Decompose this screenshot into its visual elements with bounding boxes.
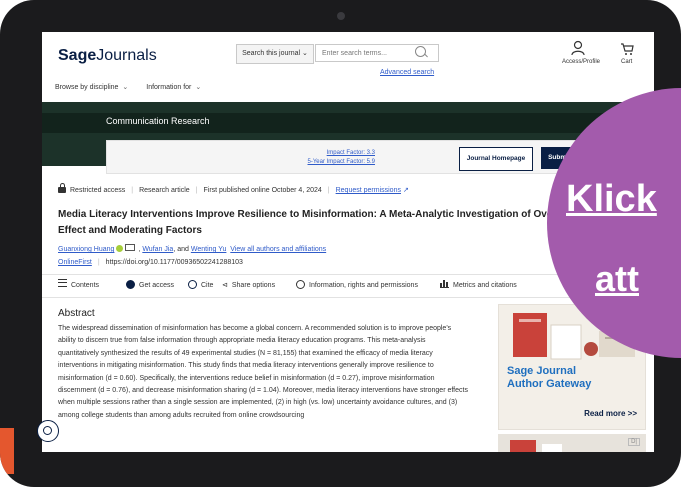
journal-homepage-button[interactable]: Journal Homepage (459, 147, 533, 171)
doi-row: OnlineFirst | https://doi.org/10.1177/0093… (58, 259, 243, 266)
mail-icon[interactable] (125, 244, 136, 251)
doi-text[interactable]: https://doi.org/10.1177/0093650224128810… (106, 259, 243, 266)
author-list: Guanxiong Huang, Wufan Jia, and Wenting … (58, 244, 327, 253)
chevron-down-icon: ⌄ (122, 84, 129, 91)
ad-badge: D| (628, 438, 640, 446)
get-access-button[interactable]: Get access (126, 275, 174, 297)
abstract-body: The widespread dissemination of misinfor… (58, 325, 468, 419)
share-options-button[interactable]: ⊲ Share options (222, 275, 275, 297)
chevron-down-icon: ⌄ (302, 50, 308, 57)
secondary-ad[interactable]: D| (498, 434, 646, 452)
contents-button[interactable]: Contents (58, 275, 99, 297)
search-scope-select[interactable]: Search this journal ⌄ (236, 44, 314, 64)
info-icon (296, 280, 305, 289)
menu-icon (58, 279, 67, 287)
profile-icon[interactable] (571, 40, 585, 56)
main-nav: Browse by discipline ⌄ Information for ⌄ (55, 83, 217, 91)
chevron-down-icon: ⌄ (195, 84, 202, 91)
author-link[interactable]: Wufan Jia (142, 246, 173, 253)
tablet-frame: SageJournals Search this journal ⌄ Enter… (0, 0, 681, 487)
advanced-search-link[interactable]: Advanced search (380, 69, 434, 76)
promo-overlay-line2[interactable]: att (595, 258, 639, 300)
sage-journals-logo[interactable]: SageJournals (58, 47, 157, 65)
cart-icon[interactable] (620, 42, 634, 56)
view-all-authors-link[interactable]: View all authors and affiliations (230, 246, 326, 253)
share-icon: ⊲ (222, 282, 228, 289)
article-type: Research article (139, 187, 190, 194)
lock-icon (126, 280, 135, 289)
cart-label[interactable]: Cart (621, 59, 632, 65)
information-button[interactable]: Information, rights and permissions (296, 275, 418, 297)
promo-overlay-line1[interactable]: Klick (566, 178, 657, 221)
read-more-link[interactable]: Read more >> (584, 409, 637, 418)
nav-information-for[interactable]: Information for ⌄ (146, 84, 201, 91)
online-first-link[interactable]: OnlineFirst (58, 259, 92, 266)
access-status: Restricted access (70, 187, 126, 194)
lock-icon (58, 183, 66, 193)
author-link[interactable]: Wenting Yu (191, 246, 227, 253)
cite-button[interactable]: Cite (188, 275, 213, 297)
search-icon[interactable] (415, 46, 426, 57)
cookie-settings-button[interactable] (37, 420, 59, 442)
external-link-icon: ↗ (402, 187, 409, 194)
metrics-button[interactable]: Metrics and citations (440, 275, 517, 297)
article-meta: Restricted access | Research article | First… (58, 183, 409, 194)
ad-title: Sage Journal Author Gateway (507, 365, 592, 390)
ad-illustration (510, 440, 562, 452)
side-accent (0, 428, 14, 474)
published-date: First published online October 4, 2024 (203, 187, 322, 194)
camera-dot (337, 12, 345, 20)
journal-title[interactable]: Communication Research (106, 116, 210, 126)
impact-factor-links[interactable]: Impact Factor: 3.3 5-Year Impact Factor:… (308, 149, 375, 167)
orcid-icon[interactable] (116, 245, 124, 252)
site-header: SageJournals Search this journal ⌄ Enter… (42, 32, 654, 102)
abstract-heading: Abstract (58, 308, 95, 319)
profile-label[interactable]: Access/Profile (562, 59, 600, 65)
quote-icon (188, 280, 197, 289)
article-title: Media Literacy Interventions Improve Res… (58, 209, 568, 236)
author-link[interactable]: Guanxiong Huang (58, 246, 114, 253)
journal-info-bar: Impact Factor: 3.3 5-Year Impact Factor:… (106, 140, 627, 174)
request-permissions-link[interactable]: Request permissions (336, 187, 401, 194)
bar-chart-icon (440, 279, 449, 288)
nav-browse-by-discipline[interactable]: Browse by discipline ⌄ (55, 84, 128, 91)
